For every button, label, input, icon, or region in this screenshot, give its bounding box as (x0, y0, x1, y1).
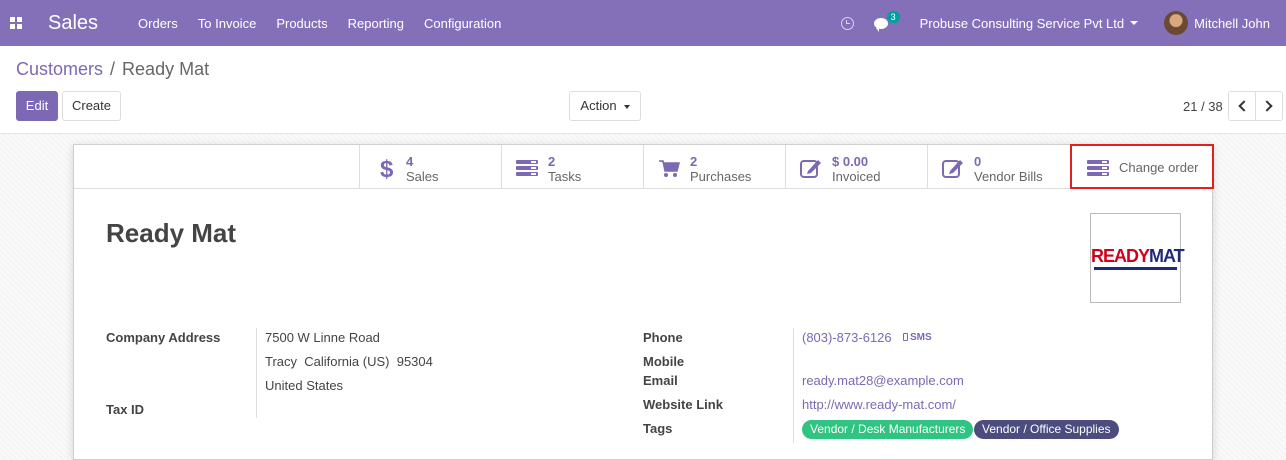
main-menu: Orders To Invoice Products Reporting Con… (138, 16, 521, 31)
user-avatar[interactable] (1164, 11, 1189, 35)
website-label: Website Link (643, 397, 723, 412)
apps-menu-icon[interactable] (10, 17, 22, 29)
email-label: Email (643, 373, 678, 388)
company-logo[interactable]: READYMAT (1090, 213, 1185, 303)
contact-divider (793, 328, 794, 443)
edit-button[interactable]: Edit (16, 91, 58, 121)
logo-underline (1094, 267, 1177, 270)
pencil-square-icon (800, 160, 821, 178)
tasks-smart-button[interactable]: 2 Tasks (501, 145, 643, 189)
pager-value[interactable]: 21 / 38 (1183, 99, 1223, 114)
pager-previous-button[interactable] (1228, 91, 1256, 121)
website-link[interactable]: http://www.ready-mat.com/ (802, 397, 956, 412)
company-switcher[interactable]: Probuse Consulting Service Pvt Ltd (920, 16, 1125, 31)
sales-smart-button[interactable]: $ 4 Sales (359, 145, 501, 189)
user-menu[interactable]: Mitchell John (1194, 16, 1270, 31)
pager-next-button[interactable] (1255, 91, 1283, 121)
address-line2[interactable]: Tracy California (US) 95304 (265, 354, 433, 369)
tasks-count: 2 (548, 154, 556, 169)
action-dropdown-button[interactable]: Action (569, 91, 641, 121)
phone-label: Phone (643, 330, 683, 345)
menu-reporting[interactable]: Reporting (348, 16, 404, 31)
smart-button-box: $ 4 Sales 2 Tasks 2 Purchases $ 0.00 Inv… (74, 144, 1214, 189)
mobile-icon (903, 333, 908, 341)
cart-icon (659, 160, 680, 177)
address-divider (256, 328, 257, 418)
chat-icon[interactable] (873, 17, 888, 32)
vendor-bills-count: 0 (974, 154, 982, 169)
form-sheet: $ 4 Sales 2 Tasks 2 Purchases $ 0.00 Inv… (73, 144, 1214, 460)
menu-orders[interactable]: Orders (138, 16, 178, 31)
company-address-label: Company Address (106, 330, 221, 345)
change-order-button[interactable]: Change order (1070, 144, 1214, 189)
pencil-square-icon (942, 160, 963, 178)
activity-clock-icon[interactable] (840, 16, 854, 30)
mobile-label: Mobile (643, 354, 685, 369)
vendor-bills-smart-button[interactable]: 0 Vendor Bills (927, 145, 1069, 189)
vendor-bills-label: Vendor Bills (974, 169, 1043, 184)
change-order-label: Change order (1119, 160, 1199, 175)
tasks-icon (516, 160, 538, 176)
address-line3[interactable]: United States (265, 378, 343, 393)
invoiced-label: Invoiced (832, 169, 881, 184)
logo-text: READYMAT (1091, 246, 1185, 266)
breadcrumb-customers[interactable]: Customers (16, 59, 103, 80)
address-line1[interactable]: 7500 W Linne Road (265, 330, 380, 345)
chevron-left-icon (1238, 100, 1250, 112)
purchases-smart-button[interactable]: 2 Purchases (643, 145, 785, 189)
invoiced-smart-button[interactable]: $ 0.00 Invoiced (785, 145, 927, 189)
menu-to-invoice[interactable]: To Invoice (198, 16, 257, 31)
chat-count-badge: 3 (886, 10, 900, 23)
tags-label: Tags (643, 421, 673, 436)
app-name[interactable]: Sales (48, 12, 98, 35)
chevron-right-icon (1261, 100, 1273, 112)
tasks-label: Tasks (548, 169, 582, 184)
record-title: Ready Mat (106, 218, 237, 248)
logo-part1: READY (1091, 246, 1150, 266)
menu-configuration[interactable]: Configuration (424, 16, 501, 31)
messaging-menu[interactable]: 3 (873, 10, 900, 32)
svg-text:$: $ (380, 157, 394, 179)
sms-label: SMS (910, 332, 932, 343)
tax-id-label: Tax ID (106, 402, 145, 417)
breadcrumb-current: Ready Mat (122, 59, 210, 79)
phone-link[interactable]: (803)-873-6126 (802, 330, 892, 345)
purchases-count: 2 (690, 154, 698, 169)
logo-part2: MAT (1149, 246, 1185, 266)
breadcrumb: Customers / Ready Mat (16, 59, 209, 80)
dollar-icon: $ (380, 157, 394, 179)
menu-products[interactable]: Products (276, 16, 327, 31)
action-label: Action (580, 98, 617, 113)
tag-badge[interactable]: Vendor / Office Supplies (974, 420, 1119, 439)
sales-count: 4 (406, 154, 414, 169)
email-link[interactable]: ready.mat28@example.com (802, 373, 964, 388)
caret-down-icon (623, 104, 630, 109)
breadcrumb-separator: / (110, 59, 116, 79)
tag-badge[interactable]: Vendor / Desk Manufacturers (802, 420, 974, 439)
sales-label: Sales (406, 169, 439, 184)
sms-button[interactable]: SMS (903, 332, 932, 343)
invoiced-amount: $ 0.00 (832, 154, 869, 169)
create-button[interactable]: Create (62, 91, 121, 121)
top-navbar: Sales Orders To Invoice Products Reporti… (0, 0, 1286, 46)
tasks-icon (1087, 160, 1109, 176)
purchases-label: Purchases (690, 169, 752, 184)
chevron-down-icon[interactable] (1130, 21, 1139, 25)
